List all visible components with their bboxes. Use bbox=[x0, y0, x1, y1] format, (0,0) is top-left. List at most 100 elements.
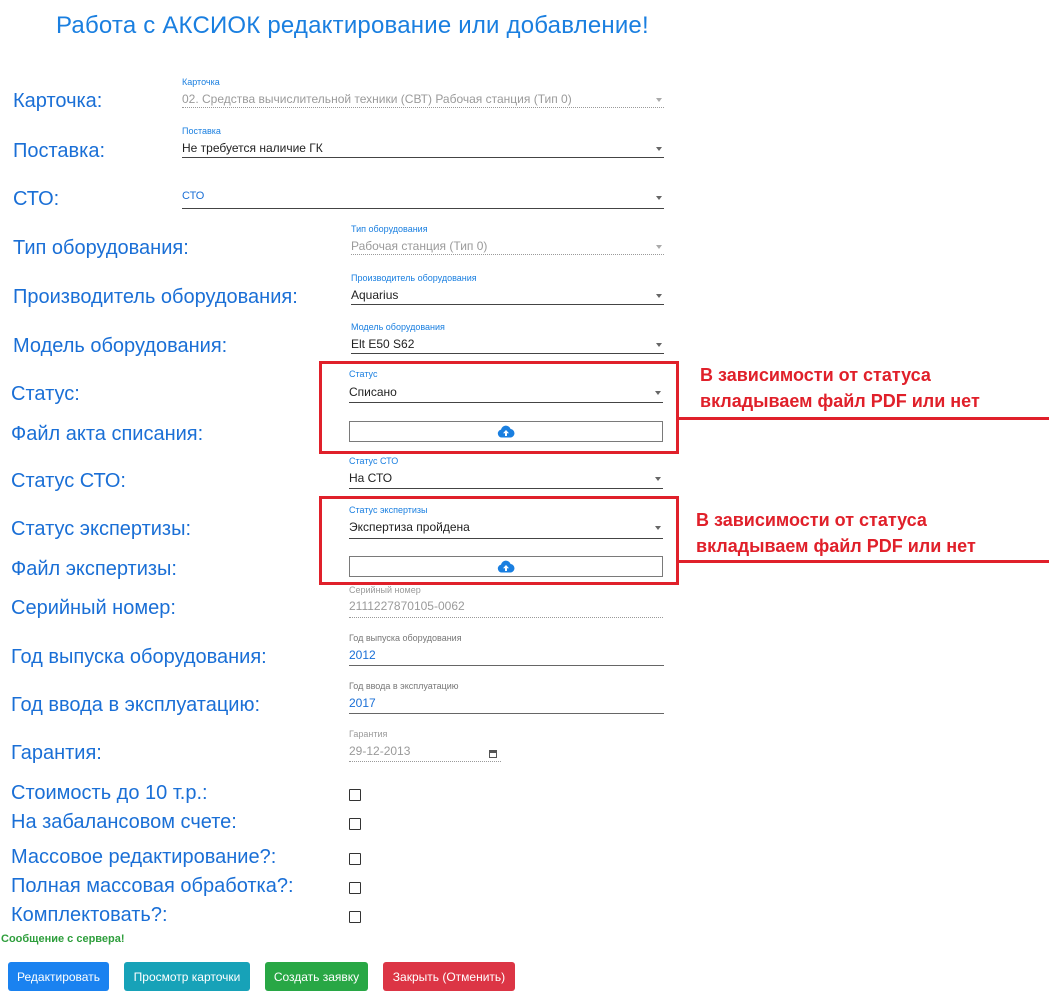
expertise-annotation-line1: В зависимости от статуса bbox=[696, 510, 927, 530]
sto-select[interactable]: СТО bbox=[182, 188, 664, 210]
commission-year-label: Год ввода в эксплуатацию: bbox=[11, 694, 261, 716]
expertise-file-upload-button[interactable] bbox=[349, 556, 663, 577]
card-label: Карточка: bbox=[13, 90, 103, 112]
card-caption: Карточка bbox=[182, 77, 220, 87]
view-card-button[interactable]: Просмотр карточки bbox=[124, 962, 250, 991]
model-value: Elt E50 S62 bbox=[351, 337, 415, 351]
field-underline bbox=[349, 761, 501, 762]
manufacture-year-caption: Год выпуска оборудования bbox=[349, 633, 462, 643]
status-value: Списано bbox=[349, 385, 397, 399]
manufacture-year-input[interactable]: Год выпуска оборудования 2012 bbox=[349, 633, 664, 667]
serial-input[interactable]: Серийный номер 2111227870105-0062 bbox=[349, 585, 663, 620]
equipment-type-value: Рабочая станция (Тип 0) bbox=[351, 239, 488, 253]
chevron-down-icon bbox=[655, 391, 661, 395]
field-underline bbox=[349, 713, 664, 714]
serial-caption: Серийный номер bbox=[349, 585, 421, 595]
equipment-type-select[interactable]: Тип оборудования Рабочая станция (Тип 0) bbox=[351, 224, 664, 256]
cost-under-10k-label: Стоимость до 10 т.р.: bbox=[11, 782, 208, 804]
chevron-down-icon bbox=[656, 147, 662, 151]
page-title: Работа с АКСИОК редактирование или добав… bbox=[56, 12, 649, 39]
chevron-down-icon bbox=[655, 477, 661, 481]
field-underline bbox=[182, 157, 664, 158]
expertise-annotation: В зависимости от статуса вкладываем файл… bbox=[696, 507, 976, 559]
sto-status-value: На СТО bbox=[349, 471, 393, 485]
chevron-down-icon bbox=[656, 196, 662, 200]
sto-value: СТО bbox=[182, 190, 205, 202]
manufacture-year-label: Год выпуска оборудования: bbox=[11, 646, 267, 668]
full-mass-processing-checkbox[interactable] bbox=[349, 882, 361, 894]
expertise-file-label: Файл экспертизы: bbox=[11, 558, 177, 580]
field-underline bbox=[351, 304, 664, 305]
chevron-down-icon bbox=[656, 343, 662, 347]
edit-button[interactable]: Редактировать bbox=[8, 962, 109, 991]
full-mass-processing-label: Полная массовая обработка?: bbox=[11, 875, 294, 897]
cloud-upload-icon bbox=[497, 425, 515, 438]
chevron-down-icon bbox=[655, 526, 661, 530]
field-underline bbox=[349, 402, 663, 403]
model-caption: Модель оборудования bbox=[351, 322, 445, 332]
status-label: Статус: bbox=[11, 383, 80, 405]
delivery-caption: Поставка bbox=[182, 126, 221, 136]
mass-edit-checkbox[interactable] bbox=[349, 853, 361, 865]
sto-label: СТО: bbox=[13, 188, 60, 210]
field-underline bbox=[349, 488, 663, 489]
manufacturer-select[interactable]: Производитель оборудования Aquarius bbox=[351, 273, 664, 306]
expertise-status-select[interactable]: Статус экспертизы Экспертиза пройдена bbox=[349, 505, 663, 539]
writeoff-file-upload-button[interactable] bbox=[349, 421, 663, 442]
manufacture-year-value: 2012 bbox=[349, 648, 376, 662]
field-underline bbox=[182, 107, 664, 108]
manufacturer-value: Aquarius bbox=[351, 288, 399, 302]
cost-under-10k-checkbox[interactable] bbox=[349, 789, 361, 801]
delivery-label: Поставка: bbox=[13, 140, 106, 162]
sto-status-caption: Статус СТО bbox=[349, 456, 399, 466]
annotation-pointer-line bbox=[679, 560, 1049, 563]
expertise-annotation-line2: вкладываем файл PDF или нет bbox=[696, 536, 976, 556]
warranty-date-input[interactable]: Гарантия 29-12-2013 bbox=[349, 729, 501, 763]
close-cancel-button[interactable]: Закрыть (Отменить) bbox=[383, 962, 515, 991]
annotation-pointer-line bbox=[679, 417, 1049, 420]
status-select[interactable]: Статус Списано bbox=[349, 369, 663, 404]
manufacturer-label: Производитель оборудования: bbox=[13, 286, 298, 308]
chevron-down-icon bbox=[656, 294, 662, 298]
status-annotation-line1: В зависимости от статуса bbox=[700, 365, 931, 385]
chevron-down-icon bbox=[656, 245, 662, 249]
card-select[interactable]: Карточка 02. Средства вычислительной тех… bbox=[182, 77, 664, 109]
on-balance-label: На забалансовом счете: bbox=[11, 811, 237, 833]
field-underline bbox=[351, 254, 664, 255]
on-balance-checkbox[interactable] bbox=[349, 818, 361, 830]
commission-year-input[interactable]: Год ввода в эксплуатацию 2017 bbox=[349, 681, 664, 715]
field-underline bbox=[182, 208, 664, 209]
field-underline bbox=[349, 617, 663, 618]
create-request-button[interactable]: Создать заявку bbox=[265, 962, 368, 991]
field-underline bbox=[351, 353, 664, 354]
warranty-label: Гарантия: bbox=[11, 742, 102, 764]
serial-label: Серийный номер: bbox=[11, 597, 176, 619]
field-underline bbox=[349, 538, 663, 539]
equipment-type-label: Тип оборудования: bbox=[13, 237, 189, 259]
cloud-upload-icon bbox=[497, 560, 515, 573]
warranty-caption: Гарантия bbox=[349, 729, 388, 739]
bundle-checkbox[interactable] bbox=[349, 911, 361, 923]
expertise-status-caption: Статус экспертизы bbox=[349, 505, 428, 515]
writeoff-file-label: Файл акта списания: bbox=[11, 423, 204, 445]
commission-year-value: 2017 bbox=[349, 696, 376, 710]
card-value: 02. Средства вычислительной техники (СВТ… bbox=[182, 92, 572, 106]
field-underline bbox=[349, 665, 664, 666]
mass-edit-label: Массовое редактирование?: bbox=[11, 846, 277, 868]
server-message: Сообщение с сервера! bbox=[1, 933, 125, 945]
status-caption: Статус bbox=[349, 369, 378, 379]
warranty-value: 29-12-2013 bbox=[349, 744, 411, 758]
sto-status-label: Статус СТО: bbox=[11, 470, 126, 492]
commission-year-caption: Год ввода в эксплуатацию bbox=[349, 681, 459, 691]
status-annotation-line2: вкладываем файл PDF или нет bbox=[700, 391, 980, 411]
manufacturer-caption: Производитель оборудования bbox=[351, 273, 477, 283]
equipment-type-caption: Тип оборудования bbox=[351, 224, 428, 234]
serial-value: 2111227870105-0062 bbox=[349, 599, 465, 613]
calendar-icon[interactable] bbox=[489, 750, 497, 758]
expertise-status-label: Статус экспертизы: bbox=[11, 518, 192, 540]
sto-status-select[interactable]: Статус СТО На СТО bbox=[349, 456, 663, 489]
bundle-label: Комплектовать?: bbox=[11, 904, 168, 926]
model-select[interactable]: Модель оборудования Elt E50 S62 bbox=[351, 322, 664, 355]
delivery-select[interactable]: Поставка Не требуется наличие ГК bbox=[182, 126, 664, 159]
model-label: Модель оборудования: bbox=[13, 335, 228, 357]
